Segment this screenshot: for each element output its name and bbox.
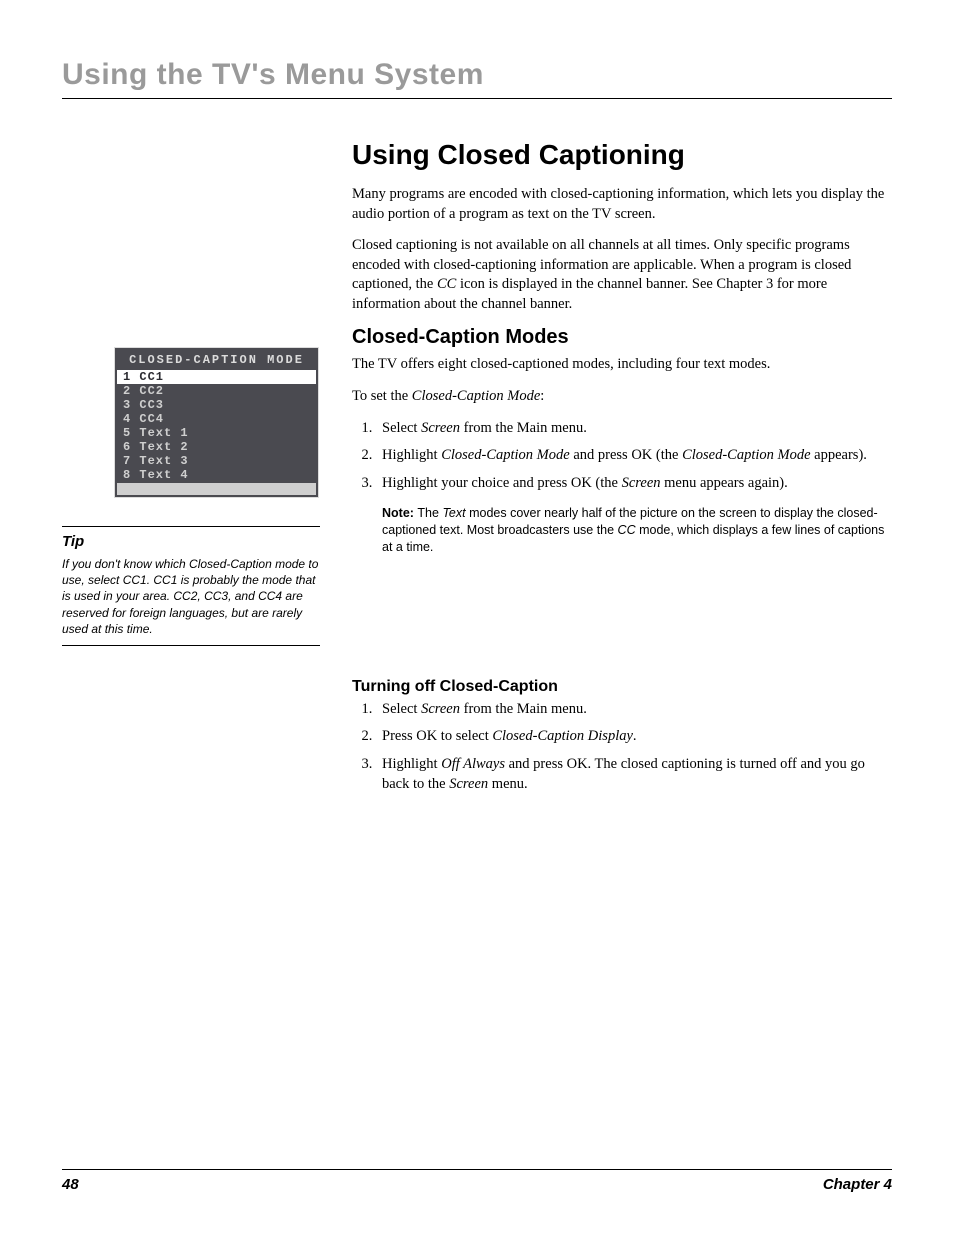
menu-item-text4: 8 Text 4 bbox=[117, 468, 316, 482]
off-step-2: Press OK to select Closed-Caption Displa… bbox=[376, 727, 892, 747]
closed-caption-mode-menu: CLOSED-CAPTION MODE 1 CC1 2 CC2 3 CC3 4 … bbox=[114, 347, 319, 498]
menu-footer-bar bbox=[117, 483, 316, 495]
chapter-label: Chapter 4 bbox=[823, 1176, 892, 1193]
menu-item-cc2: 2 CC2 bbox=[117, 384, 316, 398]
off-step-3: Highlight Off Always and press OK. The c… bbox=[376, 755, 892, 794]
modes-step-3: Highlight your choice and press OK (the … bbox=[376, 474, 892, 494]
menu-item-text2: 6 Text 2 bbox=[117, 440, 316, 454]
menu-title: CLOSED-CAPTION MODE bbox=[117, 350, 316, 370]
tip-text: If you don't know which Closed-Caption m… bbox=[62, 556, 320, 637]
turning-off-block: Turning off Closed-Caption Select Screen… bbox=[352, 678, 892, 794]
off-steps: Select Screen from the Main menu. Press … bbox=[352, 700, 892, 794]
intro-paragraph-2: Closed captioning is not available on al… bbox=[352, 236, 892, 314]
page-footer: 48 Chapter 4 bbox=[62, 1169, 892, 1193]
subsection-heading-off: Turning off Closed-Caption bbox=[352, 678, 892, 696]
subsection-heading-modes: Closed-Caption Modes bbox=[352, 326, 892, 349]
modes-step-1: Select Screen from the Main menu. bbox=[376, 419, 892, 439]
page-number: 48 bbox=[62, 1176, 79, 1193]
section-heading: Using Closed Captioning bbox=[352, 139, 892, 171]
menu-item-cc1: 1 CC1 bbox=[117, 370, 316, 384]
menu-item-cc3: 3 CC3 bbox=[117, 398, 316, 412]
menu-item-cc4: 4 CC4 bbox=[117, 412, 316, 426]
modes-steps: Select Screen from the Main menu. Highli… bbox=[352, 419, 892, 494]
modes-paragraph-2: To set the Closed-Caption Mode: bbox=[352, 387, 892, 407]
tip-label: Tip bbox=[62, 533, 320, 550]
intro-paragraph-1: Many programs are encoded with closed-ca… bbox=[352, 185, 892, 224]
off-step-1: Select Screen from the Main menu. bbox=[376, 700, 892, 720]
tip-block: Tip If you don't know which Closed-Capti… bbox=[62, 526, 320, 646]
menu-item-text1: 5 Text 1 bbox=[117, 426, 316, 440]
closed-caption-modes-block: Closed-Caption Modes The TV offers eight… bbox=[352, 326, 892, 555]
modes-note: Note: The Text modes cover nearly half o… bbox=[382, 505, 892, 556]
chapter-header: Using the TV's Menu System bbox=[62, 58, 892, 99]
modes-step-2: Highlight Closed-Caption Mode and press … bbox=[376, 446, 892, 466]
modes-paragraph-1: The TV offers eight closed-captioned mod… bbox=[352, 355, 892, 375]
menu-item-text3: 7 Text 3 bbox=[117, 454, 316, 468]
